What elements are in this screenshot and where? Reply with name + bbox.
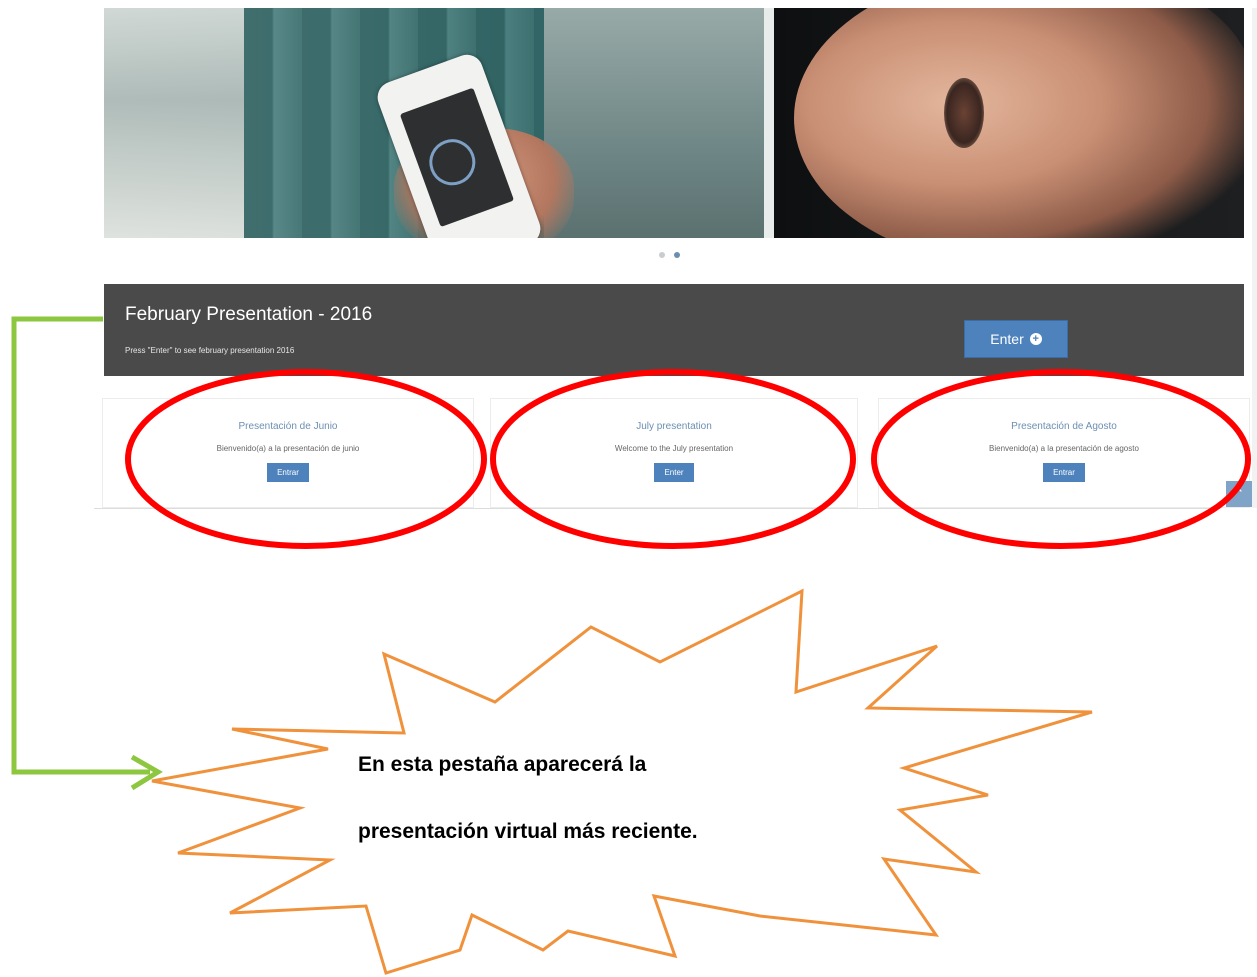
highlight-ellipse-july xyxy=(490,369,856,549)
green-connector-line xyxy=(11,316,150,775)
highlight-ellipse-august xyxy=(871,369,1251,549)
starburst-callout-shape xyxy=(151,588,1093,975)
callout-text-line-2: presentación virtual más reciente. xyxy=(358,820,698,843)
highlight-ellipse-june xyxy=(125,369,487,549)
callout-text-line-1: En esta pestaña aparecerá la xyxy=(358,753,647,776)
